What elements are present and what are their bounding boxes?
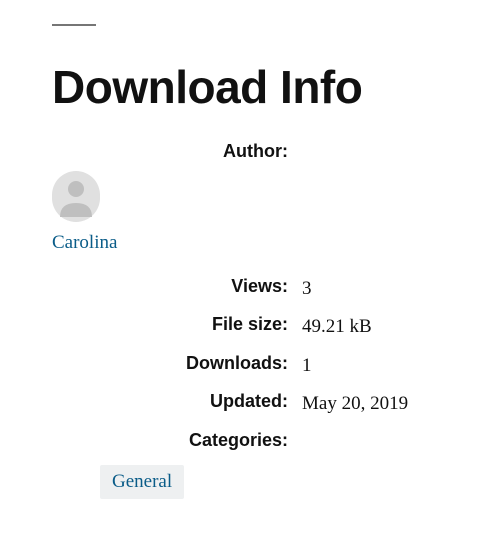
downloads-row: Downloads: 1 bbox=[52, 353, 452, 380]
file-size-label: File size: bbox=[52, 314, 302, 335]
file-size-value: 49.21 kB bbox=[302, 314, 372, 341]
author-block: Carolina bbox=[52, 174, 452, 254]
avatar bbox=[52, 174, 100, 222]
category-tag[interactable]: General bbox=[100, 465, 184, 499]
downloads-label: Downloads: bbox=[52, 353, 302, 374]
author-link[interactable]: Carolina bbox=[52, 232, 117, 253]
heading-rule bbox=[52, 24, 96, 26]
updated-label: Updated: bbox=[52, 391, 302, 412]
downloads-value: 1 bbox=[302, 353, 312, 380]
file-size-row: File size: 49.21 kB bbox=[52, 314, 452, 341]
categories-block: General bbox=[100, 465, 452, 499]
categories-label: Categories: bbox=[52, 430, 302, 451]
updated-row: Updated: May 20, 2019 bbox=[52, 391, 452, 418]
views-label: Views: bbox=[52, 276, 302, 297]
author-label: Author: bbox=[52, 141, 302, 162]
updated-value: May 20, 2019 bbox=[302, 391, 408, 418]
author-row: Author: bbox=[52, 141, 452, 162]
views-value: 3 bbox=[302, 276, 312, 303]
page-title: Download Info bbox=[52, 62, 452, 113]
person-icon bbox=[52, 171, 100, 224]
categories-row: Categories: bbox=[52, 430, 452, 451]
views-row: Views: 3 bbox=[52, 276, 452, 303]
